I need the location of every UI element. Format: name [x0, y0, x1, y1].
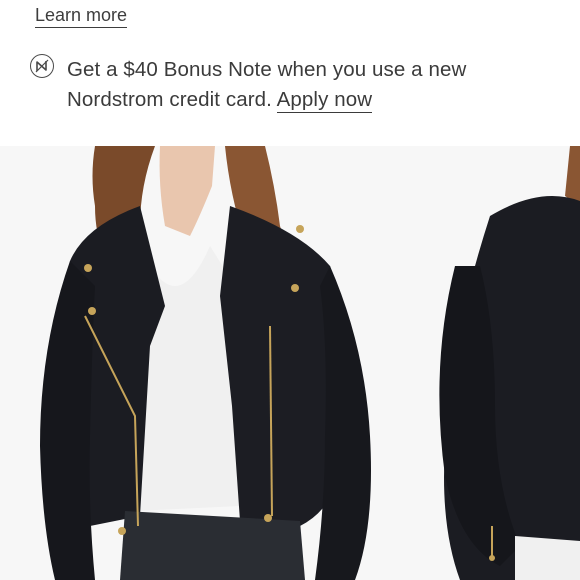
promo-text: Get a $40 Bonus Note when you use a new …	[67, 55, 537, 115]
apply-now-link[interactable]: Apply now	[276, 88, 373, 113]
learn-more-link[interactable]: Learn more	[35, 4, 128, 28]
product-photo-side[interactable]	[430, 146, 580, 580]
promo-header: Learn more Get a $40 Bonus Note when you…	[0, 0, 580, 146]
product-photo-front[interactable]	[0, 146, 430, 580]
product-photos	[0, 146, 580, 580]
promo-message: Get a $40 Bonus Note when you use a new …	[67, 58, 467, 111]
nordstrom-n-icon	[30, 54, 54, 78]
